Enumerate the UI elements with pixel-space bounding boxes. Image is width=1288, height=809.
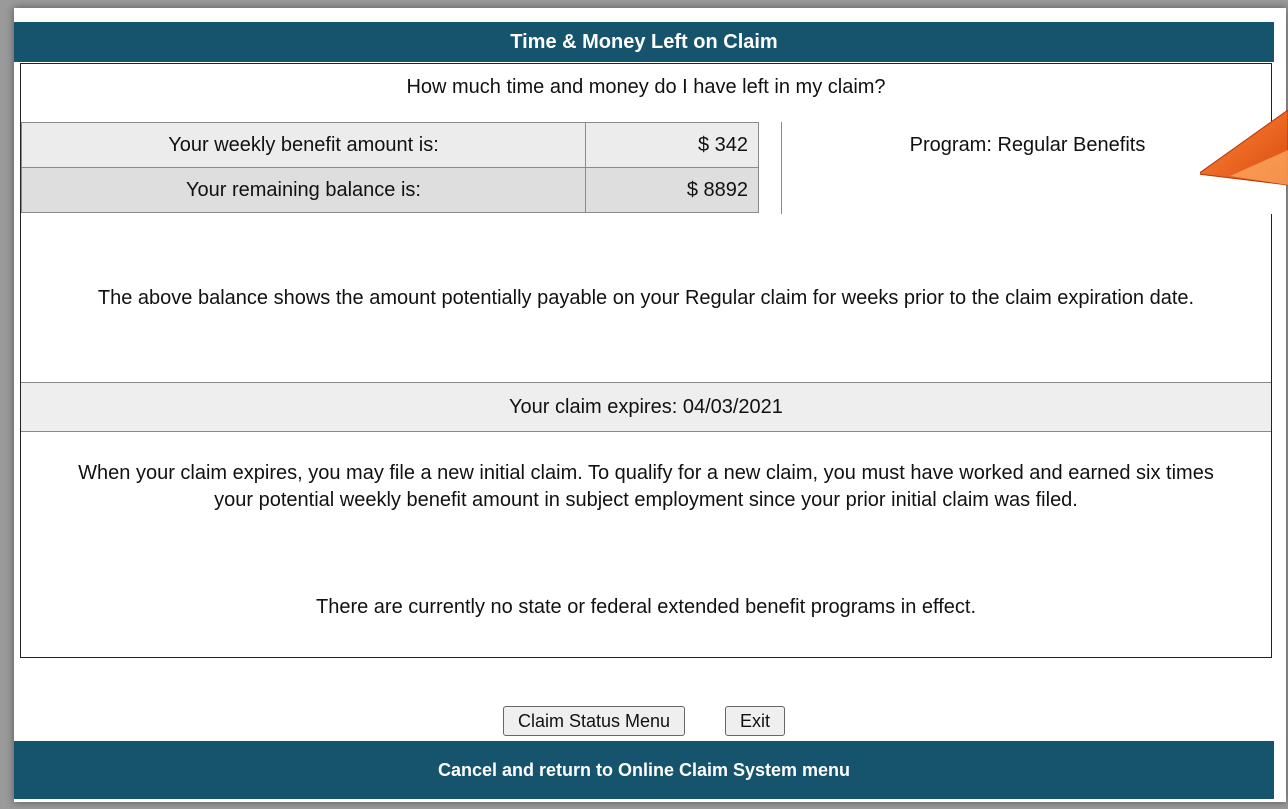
button-bar: Claim Status Menu Exit — [14, 703, 1274, 739]
claim-status-menu-button[interactable]: Claim Status Menu — [502, 706, 686, 736]
exit-button[interactable]: Exit — [725, 706, 786, 736]
page-title: Time & Money Left on Claim — [14, 22, 1274, 62]
cancel-return-link[interactable]: Cancel and return to Online Claim System… — [14, 741, 1274, 799]
weekly-benefit-value: $ 342 — [585, 122, 759, 168]
expiration-info: When your claim expires, you may file a … — [78, 462, 1214, 511]
claim-info-table: How much time and money do I have left i… — [20, 63, 1273, 658]
weekly-benefit-label: Your weekly benefit amount is: — [21, 122, 586, 168]
balance-note: The above balance shows the amount poten… — [97, 286, 1195, 309]
benefit-grid: Your weekly benefit amount is: $ 342 You… — [21, 122, 1273, 214]
remaining-balance-label: Your remaining balance is: — [21, 167, 586, 213]
claim-expiration: Your claim expires: 04/03/2021 — [21, 382, 1271, 432]
remaining-balance-value: $ 8892 — [585, 167, 759, 213]
arrow-icon — [1200, 110, 1288, 186]
question-text: How much time and money do I have left i… — [406, 76, 886, 98]
extended-benefits-note: There are currently no state or federal … — [316, 596, 976, 618]
